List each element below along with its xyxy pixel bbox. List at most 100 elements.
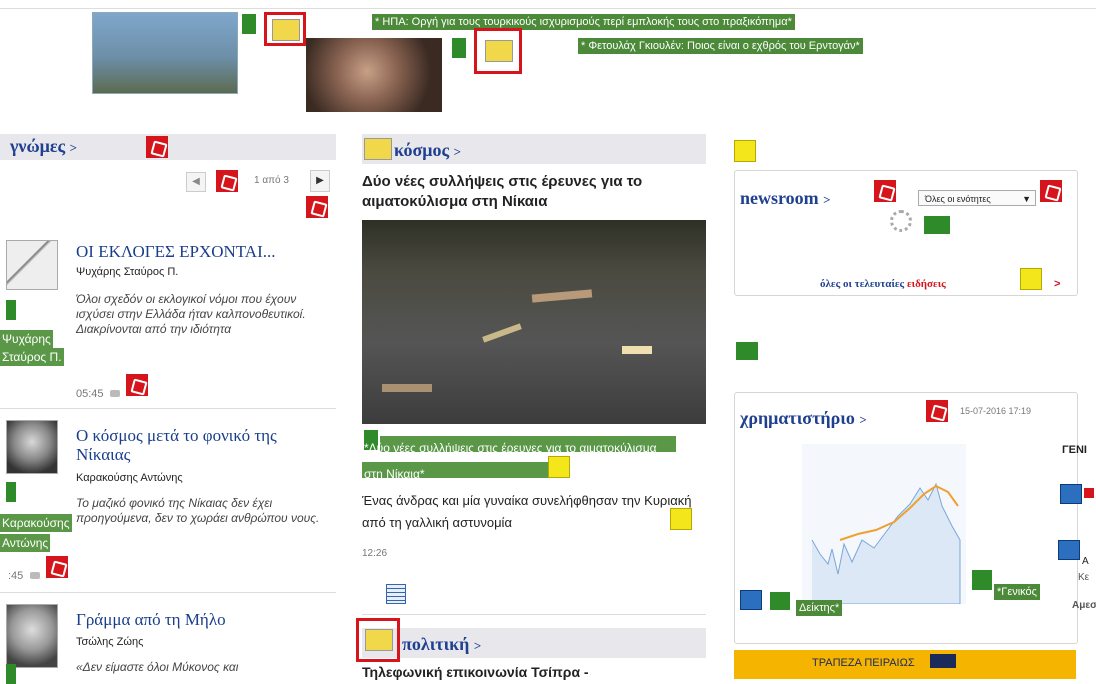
alt-icon bbox=[6, 664, 16, 684]
world-time: 12:26 bbox=[362, 548, 388, 559]
pager-next-button[interactable]: ▶ bbox=[310, 170, 330, 192]
news-icon-highlight[interactable] bbox=[356, 618, 400, 662]
world-summary: Ένας άνδρας και μία γυναίκα συνελήφθησαν… bbox=[362, 493, 692, 530]
news-icon-highlight[interactable] bbox=[474, 28, 522, 74]
world-title-text: κόσμος bbox=[394, 140, 450, 160]
index-icon bbox=[740, 590, 762, 610]
image-icon bbox=[670, 508, 692, 530]
opinion-author[interactable]: Τσώλης Ζώης bbox=[76, 636, 143, 648]
section-select[interactable]: Όλες οι ενότητες ▼ bbox=[918, 190, 1036, 206]
opinions-title[interactable]: γνώμες > bbox=[10, 136, 77, 157]
alt-icon bbox=[6, 300, 16, 320]
opinion-excerpt: «Δεν είμαστε όλοι Μύκονος και bbox=[76, 660, 239, 674]
stocks-title-text: χρηματιστήριο bbox=[740, 408, 855, 428]
chevron-right-icon: > bbox=[69, 140, 78, 155]
lock-icon bbox=[306, 196, 328, 218]
road-marking bbox=[482, 323, 522, 343]
lock-icon bbox=[1040, 180, 1062, 202]
avatar[interactable] bbox=[6, 604, 58, 668]
opinion-time: 05:45 bbox=[76, 388, 104, 400]
stocks-side-ke: Κε bbox=[1078, 572, 1090, 583]
image-icon bbox=[1020, 268, 1042, 290]
section-select-value: Όλες οι ενότητες bbox=[925, 194, 991, 204]
alt-icon bbox=[6, 482, 16, 502]
loading-spinner-icon bbox=[890, 210, 912, 232]
alt-icon bbox=[736, 342, 758, 360]
newsroom-title[interactable]: newsroom > bbox=[740, 188, 831, 209]
news-icon bbox=[272, 19, 300, 41]
list-view-icon[interactable] bbox=[386, 584, 406, 604]
chevron-right-icon: > bbox=[1054, 278, 1061, 290]
politics-teaser[interactable]: Τηλεφωνική επικοινωνία Τσίπρα - bbox=[362, 664, 589, 680]
news-icon bbox=[365, 629, 393, 651]
stocks-side-ame: Αμεσ bbox=[1072, 600, 1096, 611]
top-headline-2[interactable]: * Φετουλάχ Γκιουλέν: Ποιος είναι ο εχθρό… bbox=[578, 38, 863, 54]
avatar[interactable] bbox=[6, 240, 58, 290]
top-thumbnail-2[interactable] bbox=[306, 38, 442, 112]
all-latest-prefix: όλες οι τελευταίες bbox=[820, 278, 907, 290]
lock-icon bbox=[126, 374, 148, 396]
bank-logo-icon bbox=[930, 654, 956, 668]
world-image[interactable] bbox=[362, 220, 706, 424]
news-icon bbox=[485, 40, 513, 62]
comment-icon[interactable] bbox=[110, 390, 120, 397]
pager-prev-button[interactable]: ◀ bbox=[186, 172, 206, 192]
lock-icon bbox=[874, 180, 896, 202]
red-marker bbox=[1084, 488, 1094, 498]
newsroom-title-text: newsroom bbox=[740, 188, 819, 208]
alt-icon bbox=[972, 570, 992, 590]
all-latest-link: ειδήσεις bbox=[906, 278, 946, 290]
opinion-excerpt: Το μαζικό φονικό της Νίκαιας δεν έχει πρ… bbox=[76, 496, 320, 525]
world-headline[interactable]: Δύο νέες συλλήψεις στις έρευνες για το α… bbox=[362, 172, 708, 212]
opinion-author[interactable]: Ψυχάρης Σταύρος Π. bbox=[76, 266, 178, 278]
stocks-side-a: Α bbox=[1082, 556, 1089, 567]
stocks-timestamp: 15-07-2016 17:19 bbox=[960, 406, 1032, 416]
stocks-chart-svg bbox=[811, 482, 961, 605]
stocks-side-general: ΓΕΝΙ bbox=[1062, 444, 1087, 456]
index-icon bbox=[1060, 484, 1082, 504]
alt-icon bbox=[924, 216, 950, 234]
avatar-alt-label: Σταύρος Π. bbox=[0, 348, 64, 366]
road-marking bbox=[382, 384, 432, 392]
news-icon bbox=[364, 138, 392, 160]
stocks-index-label: Δείκτης* bbox=[796, 600, 843, 616]
opinion-author[interactable]: Καρακούσης Αντώνης bbox=[76, 472, 183, 484]
lock-icon bbox=[46, 556, 68, 578]
alt-icon bbox=[242, 14, 256, 34]
road-marking bbox=[531, 289, 593, 303]
divider bbox=[0, 408, 336, 409]
news-icon-highlight[interactable] bbox=[264, 12, 306, 46]
opinion-title[interactable]: Ο κόσμος μετά το φονικό της Νίκαιας bbox=[76, 426, 326, 464]
opinion-time: :45 bbox=[8, 570, 24, 582]
chevron-right-icon: > bbox=[473, 638, 482, 653]
top-thumbnail-1[interactable] bbox=[92, 12, 238, 94]
lock-icon bbox=[216, 170, 238, 192]
chevron-right-icon: > bbox=[859, 412, 867, 427]
avatar[interactable] bbox=[6, 420, 58, 474]
opinions-title-text: γνώμες bbox=[10, 136, 66, 156]
avatar-alt-label: Καρακούσης bbox=[0, 514, 72, 532]
avatar-alt-label: Αντώνης bbox=[0, 534, 51, 552]
image-icon bbox=[548, 456, 570, 478]
stocks-line-blue bbox=[811, 482, 961, 605]
stocks-general-label: *Γενικός bbox=[994, 584, 1040, 600]
avatar-alt-label: Ψυχάρης bbox=[0, 330, 53, 348]
top-headline-1[interactable]: * ΗΠΑ: Οργή για τους τουρκικούς ισχυρισμ… bbox=[372, 14, 795, 30]
stocks-chart[interactable] bbox=[802, 444, 966, 605]
pager-count: 1 από 3 bbox=[254, 175, 289, 186]
world-title[interactable]: κόσμος > bbox=[394, 140, 461, 161]
top-strip-bg bbox=[0, 0, 1096, 9]
index-icon bbox=[1058, 540, 1080, 560]
politics-title[interactable]: πολιτική > bbox=[402, 634, 481, 655]
world-image-caption: *Δύο νέες συλλήψεις στις έρευνες για το … bbox=[364, 441, 657, 481]
tools-icon bbox=[734, 140, 756, 162]
opinion-title[interactable]: Γράμμα από τη Μήλο bbox=[76, 610, 226, 630]
all-latest-news-link[interactable]: όλες οι τελευταίες ειδήσεις bbox=[820, 278, 946, 290]
chevron-right-icon: > bbox=[453, 144, 461, 159]
divider bbox=[362, 614, 706, 615]
alt-icon bbox=[770, 592, 790, 610]
politics-title-text: πολιτική bbox=[402, 634, 470, 654]
stocks-title[interactable]: χρηματιστήριο > bbox=[740, 408, 867, 429]
opinion-title[interactable]: ΟΙ ΕΚΛΟΓΕΣ ΕΡΧΟΝΤΑΙ... bbox=[76, 242, 276, 262]
comment-icon[interactable] bbox=[30, 572, 40, 579]
